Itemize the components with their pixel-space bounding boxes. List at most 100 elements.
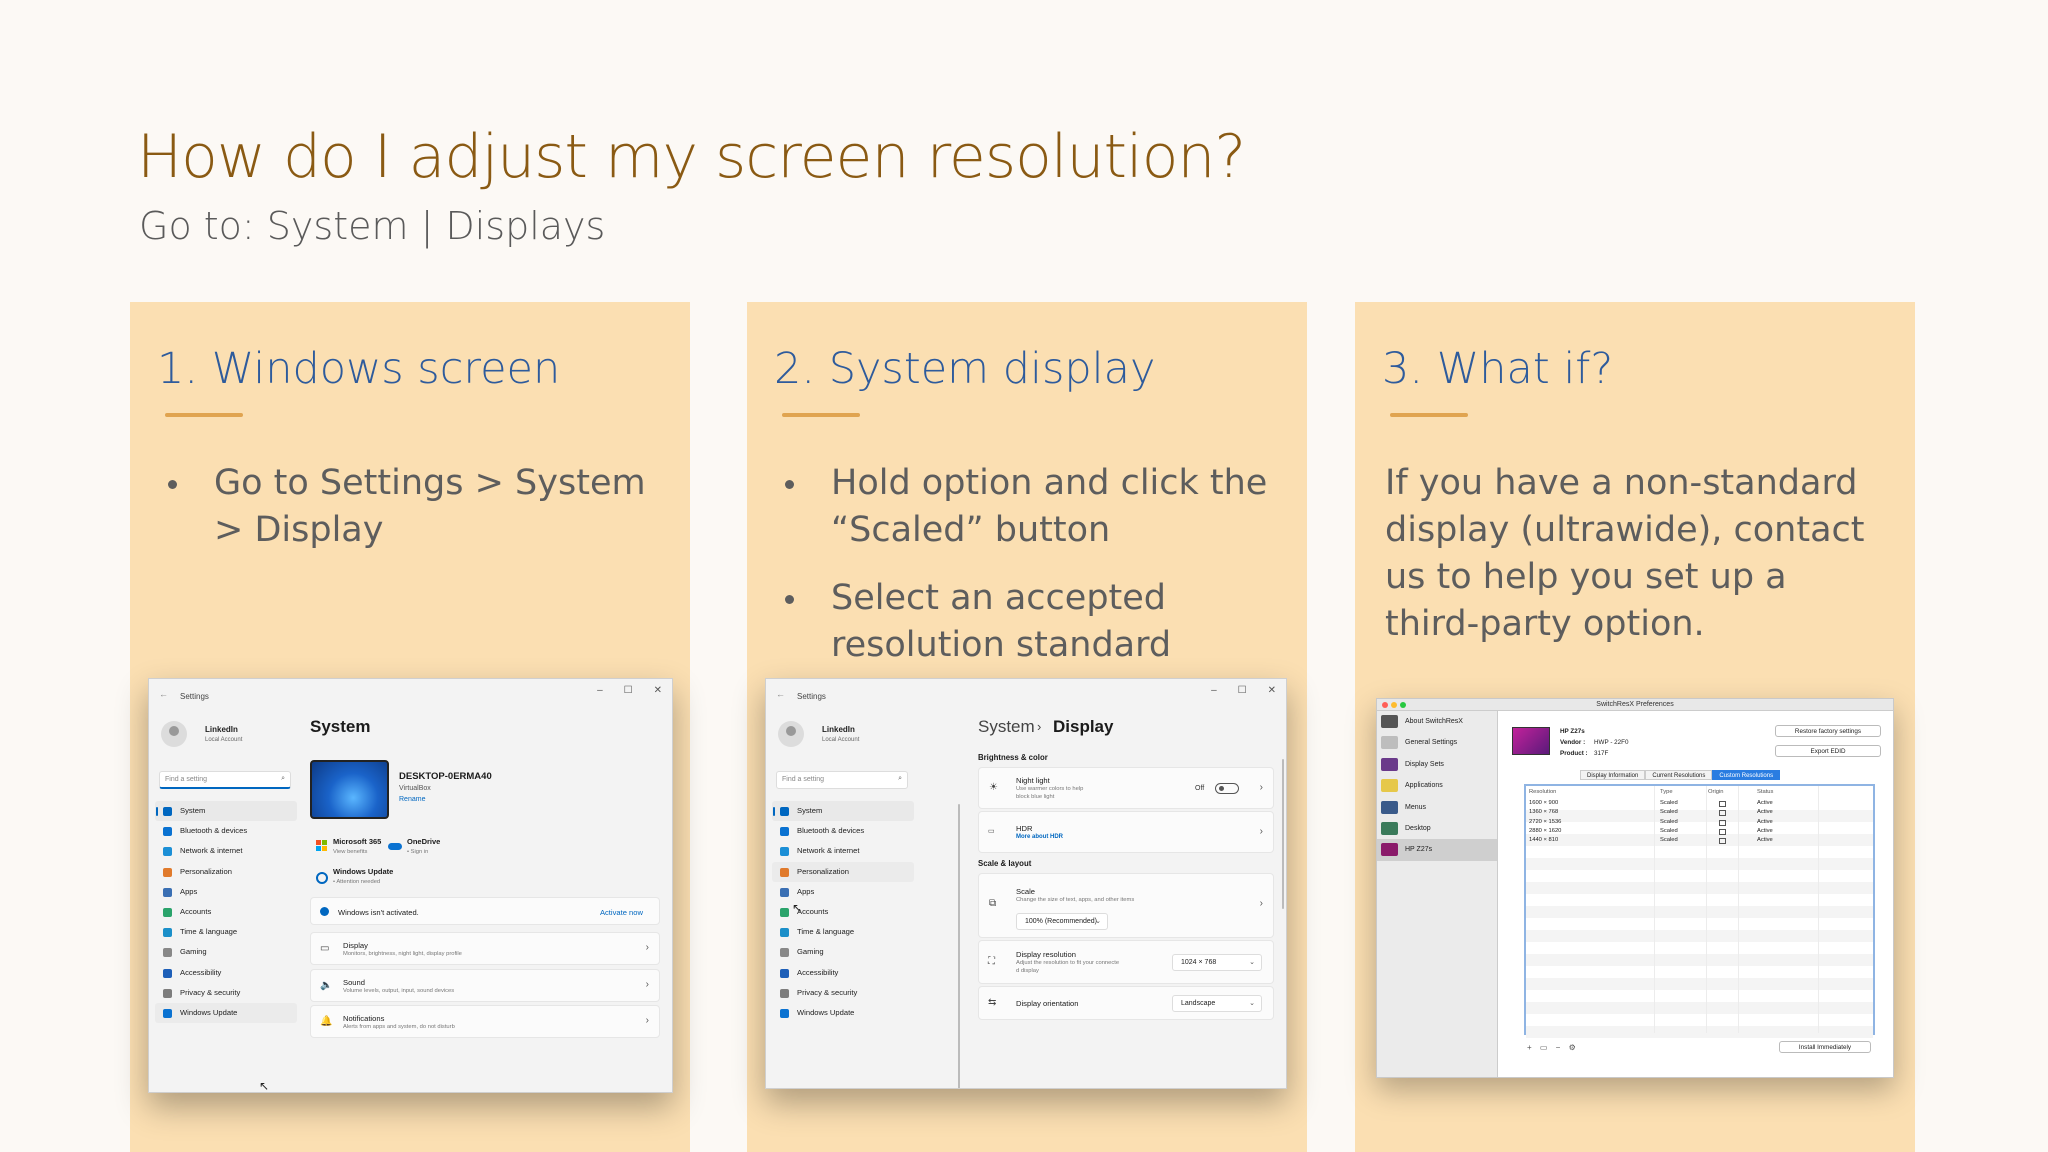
table-row-stripe — [1526, 930, 1873, 942]
close-icon[interactable]: ✕ — [654, 685, 662, 696]
rename-link[interactable]: Rename — [399, 796, 425, 803]
back-arrow-icon[interactable]: ← — [159, 689, 168, 699]
sidebar-item[interactable]: Time & language — [155, 922, 297, 942]
orientation-dropdown[interactable]: Landscape ⌄ — [1172, 995, 1262, 1012]
column-divider — [1818, 786, 1819, 1033]
sidebar-item[interactable]: Privacy & security — [155, 983, 297, 1003]
sidebar-item[interactable]: HP Z27s — [1377, 839, 1497, 861]
sidebar: About SwitchResX General Settings Display … — [1377, 711, 1498, 1077]
chevron-right-icon[interactable]: › — [646, 942, 649, 953]
windows-update-tile[interactable]: Windows Update — [333, 867, 393, 876]
sidebar-item[interactable]: Accessibility — [772, 963, 914, 983]
maximize-icon[interactable]: ☐ — [624, 685, 633, 696]
sidebar-item[interactable]: System — [155, 801, 297, 822]
install-immediately-button[interactable]: Install Immediately — [1779, 1041, 1871, 1053]
hdr-card[interactable]: ▭ HDR More about HDR › — [978, 811, 1274, 853]
night-light-card[interactable]: ☀ Night light Use warmer colors to help … — [978, 767, 1274, 809]
table-row-stripe — [1526, 990, 1873, 1002]
tab-display-information[interactable]: Display Information — [1580, 770, 1646, 780]
avatar[interactable] — [778, 721, 804, 747]
display-orientation-card[interactable]: ⇆ Display orientation Landscape ⌄ — [978, 986, 1274, 1020]
tab-custom-resolutions[interactable]: Custom Resolutions — [1712, 770, 1781, 780]
export-edid-button[interactable]: Export EDID — [1775, 745, 1881, 757]
column-header[interactable]: Type — [1660, 789, 1673, 795]
activate-now-link[interactable]: Activate now — [600, 908, 643, 917]
slide-subtitle: Go to: System | Displays — [139, 204, 606, 248]
onedrive-tile[interactable]: OneDrive — [407, 837, 440, 846]
search-icon[interactable]: ⌕ — [898, 775, 902, 783]
search-input[interactable]: Find a setting ⌕ — [776, 771, 908, 789]
sidebar-item[interactable]: Windows Update — [155, 1002, 297, 1024]
restore-factory-button[interactable]: Restore factory settings — [1775, 725, 1881, 737]
card-subtitle: block blue light — [1016, 794, 1055, 800]
resolution-dropdown[interactable]: 1024 × 768 ⌄ — [1172, 954, 1262, 971]
column-header[interactable]: Status — [1757, 789, 1773, 795]
display-sets-icon — [1381, 757, 1398, 771]
sidebar-item[interactable]: System — [772, 801, 914, 822]
column-title: 3. What if? — [1382, 344, 1614, 394]
sidebar-item[interactable]: Personalization — [155, 862, 297, 882]
sidebar-item[interactable]: Accessibility — [155, 963, 297, 983]
brush-icon — [163, 867, 172, 877]
breadcrumb-parent[interactable]: System — [978, 717, 1035, 737]
display-resolution-card[interactable]: ⛶ Display resolution Adjust the resoluti… — [978, 940, 1274, 984]
windows-settings-display-screenshot: ← Settings – ☐ ✕ LinkedIn Local Account Fi… — [765, 678, 1287, 1089]
scale-dropdown[interactable]: 100% (Recommended) ⌄ — [1016, 913, 1108, 930]
table-cell: 1600 × 900 — [1529, 800, 1559, 806]
settings-card[interactable]: ▭ Display Monitors, brightness, night ligh… — [310, 932, 660, 965]
sidebar-item[interactable]: Apps — [155, 882, 297, 902]
sidebar-item[interactable]: Gaming — [155, 942, 297, 962]
settings-card[interactable]: 🔔 Notifications Alerts from apps and syste… — [310, 1005, 660, 1038]
sidebar-item[interactable]: About SwitchResX — [1377, 711, 1497, 732]
card-title: Display resolution — [1016, 950, 1076, 959]
close-icon[interactable]: ✕ — [1268, 685, 1276, 696]
chevron-right-icon[interactable]: › — [1260, 782, 1263, 793]
maximize-icon[interactable]: ☐ — [1238, 685, 1247, 696]
sidebar-item[interactable]: Personalization — [772, 861, 914, 882]
table-tools[interactable]: + ▭ − ⚙ — [1527, 1043, 1579, 1052]
sidebar-item[interactable]: Time & language — [772, 922, 914, 942]
avatar[interactable] — [161, 721, 187, 747]
nav-scrollbar[interactable] — [958, 804, 960, 1088]
hdr-link[interactable]: More about HDR — [1016, 834, 1063, 840]
sidebar-item[interactable]: Display Sets — [1377, 754, 1497, 775]
sidebar-item[interactable]: Bluetooth & devices — [155, 821, 297, 841]
scale-card[interactable]: ⧉ Scale Change the size of text, apps, a… — [978, 873, 1274, 938]
minimize-icon[interactable]: – — [1211, 685, 1217, 696]
content-scrollbar[interactable] — [1282, 759, 1284, 909]
section-heading: Brightness & color — [978, 753, 1048, 762]
tab-current-resolutions[interactable]: Current Resolutions — [1645, 770, 1713, 780]
minimize-icon[interactable]: – — [597, 685, 603, 696]
table-row-stripe — [1526, 954, 1873, 966]
chevron-right-icon[interactable]: › — [646, 1015, 649, 1026]
network-icon — [780, 847, 789, 857]
column-header[interactable]: Resolution — [1529, 789, 1556, 795]
sidebar-item[interactable]: Accounts — [155, 902, 297, 922]
microsoft-365-tile[interactable]: Microsoft 365 — [333, 837, 381, 846]
sidebar-item[interactable]: Desktop — [1377, 818, 1497, 839]
sidebar-item[interactable]: Windows Update — [772, 1003, 914, 1023]
column-title: 1. Windows screen — [157, 344, 561, 394]
search-input[interactable]: Find a setting ⌕ — [159, 771, 291, 789]
chevron-right-icon[interactable]: › — [646, 979, 649, 990]
column-header[interactable]: Origin — [1708, 789, 1723, 795]
back-arrow-icon[interactable]: ← — [776, 689, 785, 699]
chevron-right-icon[interactable]: › — [1260, 826, 1263, 837]
orientation-icon: ⇆ — [988, 997, 997, 1008]
chevron-right-icon[interactable]: › — [1260, 898, 1263, 909]
sidebar-item[interactable]: Gaming — [772, 942, 914, 962]
sidebar-item[interactable]: Apps — [772, 882, 914, 902]
settings-card[interactable]: 🔈 Sound Volume levels, output, input, soun… — [310, 969, 660, 1002]
sidebar-item[interactable]: General Settings — [1377, 732, 1497, 753]
sidebar-item[interactable]: Menus — [1377, 797, 1497, 818]
search-placeholder: Find a setting — [782, 776, 825, 783]
search-icon[interactable]: ⌕ — [281, 775, 285, 783]
card-subtitle: Change the size of text, apps, and other… — [1016, 897, 1135, 903]
product-label: Product : — [1560, 750, 1588, 757]
night-light-toggle[interactable] — [1215, 783, 1239, 794]
sidebar-item[interactable]: Network & internet — [772, 841, 914, 861]
sidebar-item[interactable]: Privacy & security — [772, 983, 914, 1003]
sidebar-item[interactable]: Applications — [1377, 775, 1497, 796]
sidebar-item[interactable]: Bluetooth & devices — [772, 821, 914, 841]
sidebar-item[interactable]: Network & internet — [155, 841, 297, 861]
